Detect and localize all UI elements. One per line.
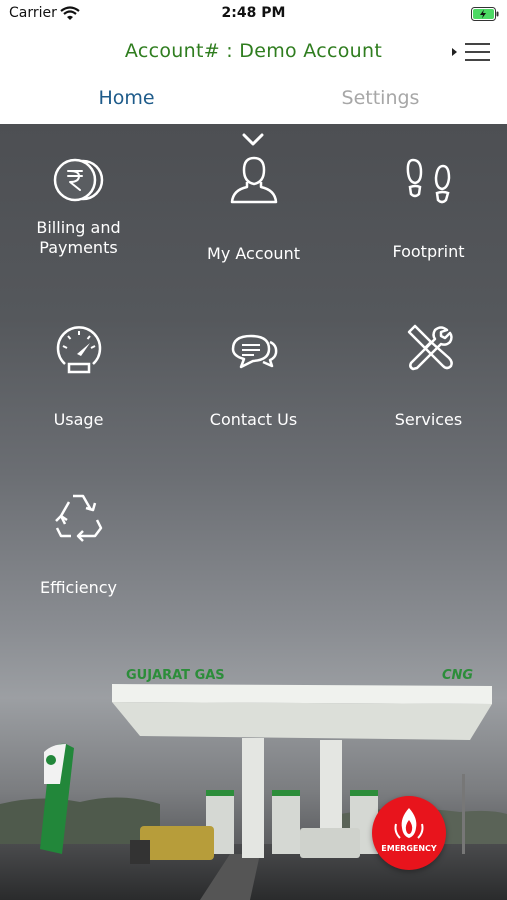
chevron-down-icon xyxy=(241,132,265,151)
emergency-flame-icon xyxy=(394,808,424,839)
recycle-icon xyxy=(54,494,102,542)
tile-billing-label-line2: Payments xyxy=(39,238,118,257)
emergency-label: EMERGENCY xyxy=(381,844,437,853)
station-product-text: CNG xyxy=(442,668,474,683)
tile-efficiency[interactable]: Efficiency xyxy=(0,490,163,598)
footprint-icon xyxy=(406,158,450,204)
hamburger-menu-icon xyxy=(452,43,490,61)
status-bar: Carrier 2:48 PM xyxy=(0,0,507,28)
tile-my-account-label: My Account xyxy=(207,244,300,263)
tile-billing-label-line1: Billing and xyxy=(36,218,121,237)
rupee-coins-icon xyxy=(53,158,103,202)
gauge-icon xyxy=(56,326,101,374)
tile-usage[interactable]: Usage xyxy=(0,324,163,430)
home-dashboard: GUJARAT GAS CNG Billing and Payments My … xyxy=(0,124,507,900)
station-brand-text: GUJARAT GAS xyxy=(126,668,225,683)
tile-services[interactable]: Services xyxy=(344,322,507,430)
tile-usage-label: Usage xyxy=(53,410,104,429)
tab-bar: Home Settings xyxy=(0,76,507,124)
chat-bubbles-icon xyxy=(231,334,277,369)
tile-footprint-label: Footprint xyxy=(392,242,465,261)
status-time: 2:48 PM xyxy=(221,5,286,21)
tile-my-account[interactable]: My Account xyxy=(169,154,338,264)
app-header: Account# : Demo Account xyxy=(0,28,507,76)
tile-efficiency-label: Efficiency xyxy=(39,578,118,597)
tile-services-label: Services xyxy=(394,410,463,429)
user-icon xyxy=(230,156,277,204)
tile-billing-and-payments[interactable]: Billing and Payments xyxy=(0,156,163,258)
tab-home[interactable]: Home xyxy=(0,87,253,109)
station-sign: GUJARAT GAS CNG xyxy=(112,666,492,688)
menu-button[interactable] xyxy=(448,38,494,66)
battery-charging-icon xyxy=(471,6,499,25)
tile-contact-us-label: Contact Us xyxy=(209,410,298,429)
emergency-button[interactable]: EMERGENCY xyxy=(372,796,446,870)
tab-settings[interactable]: Settings xyxy=(254,87,507,109)
tile-footprint[interactable]: Footprint xyxy=(344,156,507,262)
tools-icon xyxy=(407,324,453,371)
account-title: Account# : Demo Account xyxy=(124,40,383,62)
tile-contact-us[interactable]: Contact Us xyxy=(169,324,338,430)
